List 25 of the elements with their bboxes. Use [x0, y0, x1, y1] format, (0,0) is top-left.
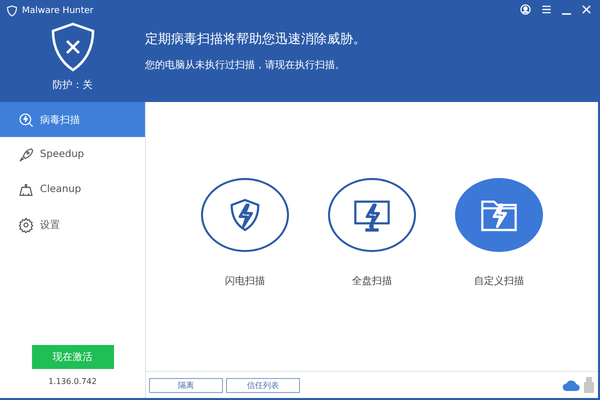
close-button[interactable] — [581, 4, 592, 16]
broom-icon — [18, 182, 34, 198]
subtext: 您的电脑从未执行过扫描，请现在执行扫描。 — [145, 58, 346, 72]
scan-option-label: 自定义扫描 — [474, 274, 524, 288]
cloud-icon — [562, 379, 580, 391]
sidebar-item[interactable]: Cleanup — [0, 172, 145, 207]
minimize-icon — [562, 13, 571, 15]
scan-option-label: 全盘扫描 — [352, 274, 392, 288]
scan-option-label: 闪电扫描 — [225, 274, 265, 288]
menu-button[interactable] — [541, 4, 552, 16]
sidebar-item[interactable]: 设置 — [0, 207, 145, 242]
protection-status: 防护：关 — [52, 78, 92, 92]
rocket-icon — [18, 146, 34, 162]
sidebar-item[interactable]: Speedup — [0, 137, 145, 172]
sidebar-item[interactable]: 病毒扫描 — [0, 102, 145, 137]
search-icon — [18, 112, 34, 128]
account-button[interactable] — [520, 4, 531, 16]
usb-drive-icon — [583, 377, 595, 393]
version-text: 1.136.0.742 — [48, 377, 97, 386]
headline: 定期病毒扫描将帮助您迅速消除威胁。 — [145, 31, 366, 48]
settings-icon — [18, 216, 34, 232]
footer-button[interactable]: 隔离 — [149, 378, 223, 392]
footer-button[interactable]: 信任列表 — [226, 378, 300, 392]
shield-logo-icon — [6, 5, 18, 17]
window-title: Malware Hunter — [22, 6, 94, 16]
